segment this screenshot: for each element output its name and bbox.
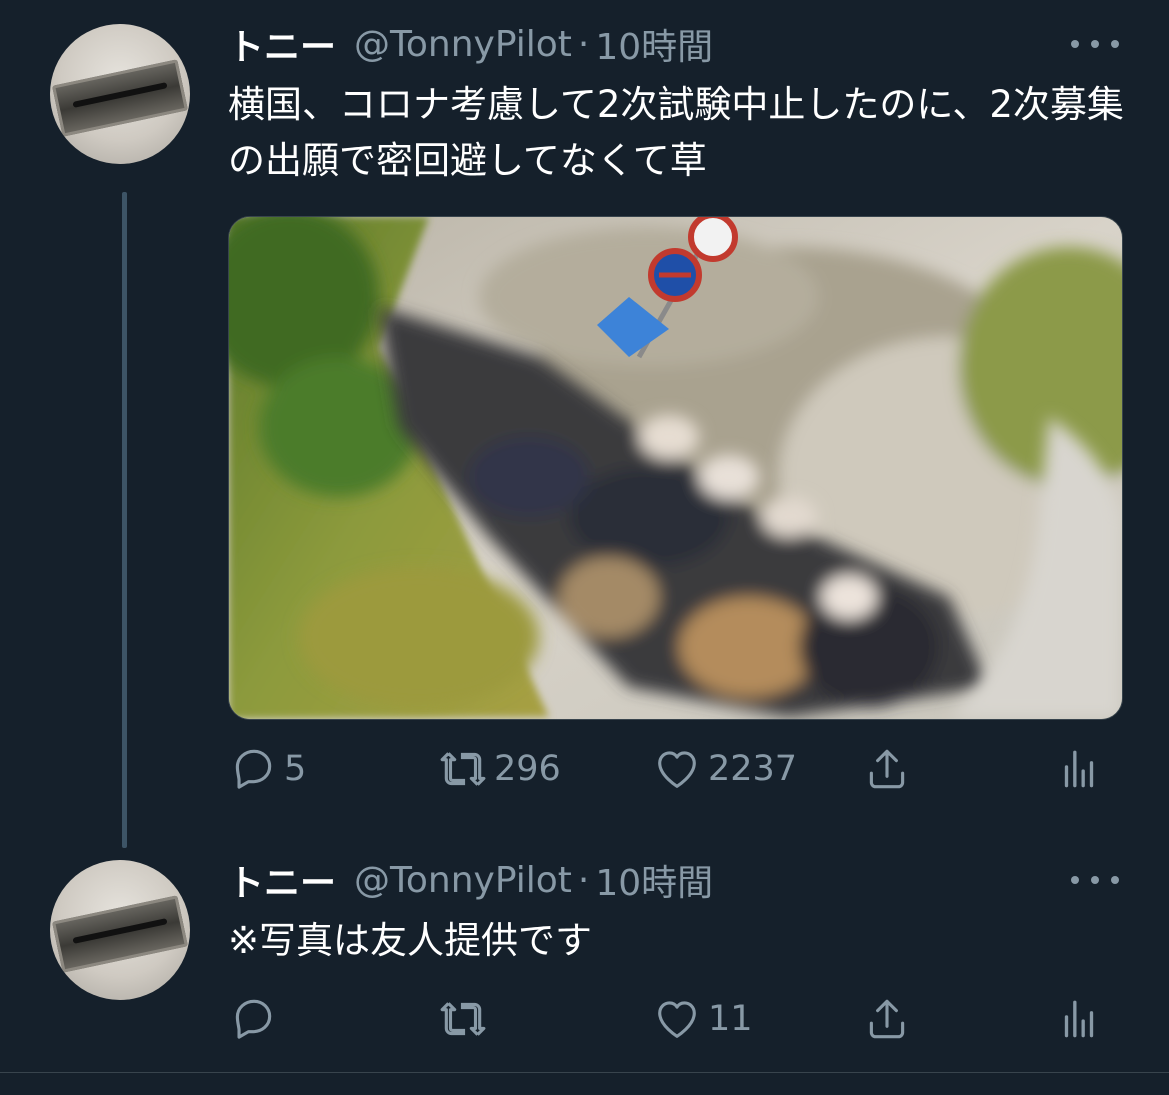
heart-icon — [658, 1001, 696, 1038]
display-name[interactable]: トニー — [228, 18, 336, 70]
speech-bubble-icon — [235, 749, 272, 789]
timeline-divider — [0, 1072, 1169, 1073]
tweet-header: トニー @TonnyPilot · 10時間 — [228, 853, 713, 907]
share-button[interactable] — [862, 989, 912, 1049]
timestamp[interactable]: 10時間 — [595, 18, 713, 70]
reply-button[interactable]: 5 — [228, 739, 306, 799]
retweet-arrows-icon — [440, 752, 486, 786]
retweet-button[interactable] — [438, 989, 494, 1049]
like-button[interactable]: 11 — [652, 989, 753, 1049]
speech-bubble-icon — [235, 999, 272, 1039]
tweet-1[interactable]: トニー @TonnyPilot · 10時間 横国、コロナ考慮して2次試験中止し… — [0, 0, 1169, 850]
like-button[interactable]: 2237 — [652, 739, 797, 799]
retweet-count: 296 — [494, 749, 561, 789]
like-count: 11 — [708, 999, 753, 1039]
retweet-arrows-icon — [440, 1002, 486, 1036]
tweet-photo[interactable] — [228, 216, 1123, 720]
tweet-text: ※写真は友人提供です — [228, 919, 593, 962]
thread-line — [122, 192, 127, 848]
share-button[interactable] — [862, 739, 912, 799]
tweet-header: トニー @TonnyPilot · 10時間 — [228, 17, 713, 71]
avatar[interactable] — [50, 24, 190, 164]
crowd-photo-image — [229, 217, 1122, 719]
retweet-button[interactable]: 296 — [438, 739, 561, 799]
tweet-actions: 11 — [228, 989, 1128, 1049]
heart-icon — [658, 751, 696, 788]
bar-chart-icon — [1064, 750, 1094, 788]
share-upload-icon — [869, 749, 905, 789]
share-upload-icon — [869, 999, 905, 1039]
separator-dot: · — [577, 23, 590, 65]
user-handle[interactable]: @TonnyPilot — [354, 24, 572, 65]
more-dots-icon[interactable] — [1071, 29, 1119, 59]
display-name[interactable]: トニー — [228, 854, 336, 906]
tweet-text: 横国、コロナ考慮して2次試験中止したのに、2次募集の出願で密回避してなくて草 — [228, 83, 1124, 182]
user-handle[interactable]: @TonnyPilot — [354, 860, 572, 901]
more-dots-icon[interactable] — [1071, 865, 1119, 895]
like-count: 2237 — [708, 749, 798, 789]
separator-dot: · — [577, 859, 590, 901]
bar-chart-icon — [1064, 1000, 1094, 1038]
analytics-button[interactable] — [1054, 739, 1104, 799]
timestamp[interactable]: 10時間 — [595, 854, 713, 906]
tweet-actions: 5 296 2237 — [228, 739, 1128, 799]
reply-count: 5 — [284, 749, 307, 789]
avatar[interactable] — [50, 860, 190, 1000]
reply-button[interactable] — [228, 989, 284, 1049]
tweet-2[interactable]: トニー @TonnyPilot · 10時間 ※写真は友人提供です 11 — [0, 850, 1169, 1072]
analytics-button[interactable] — [1054, 989, 1104, 1049]
